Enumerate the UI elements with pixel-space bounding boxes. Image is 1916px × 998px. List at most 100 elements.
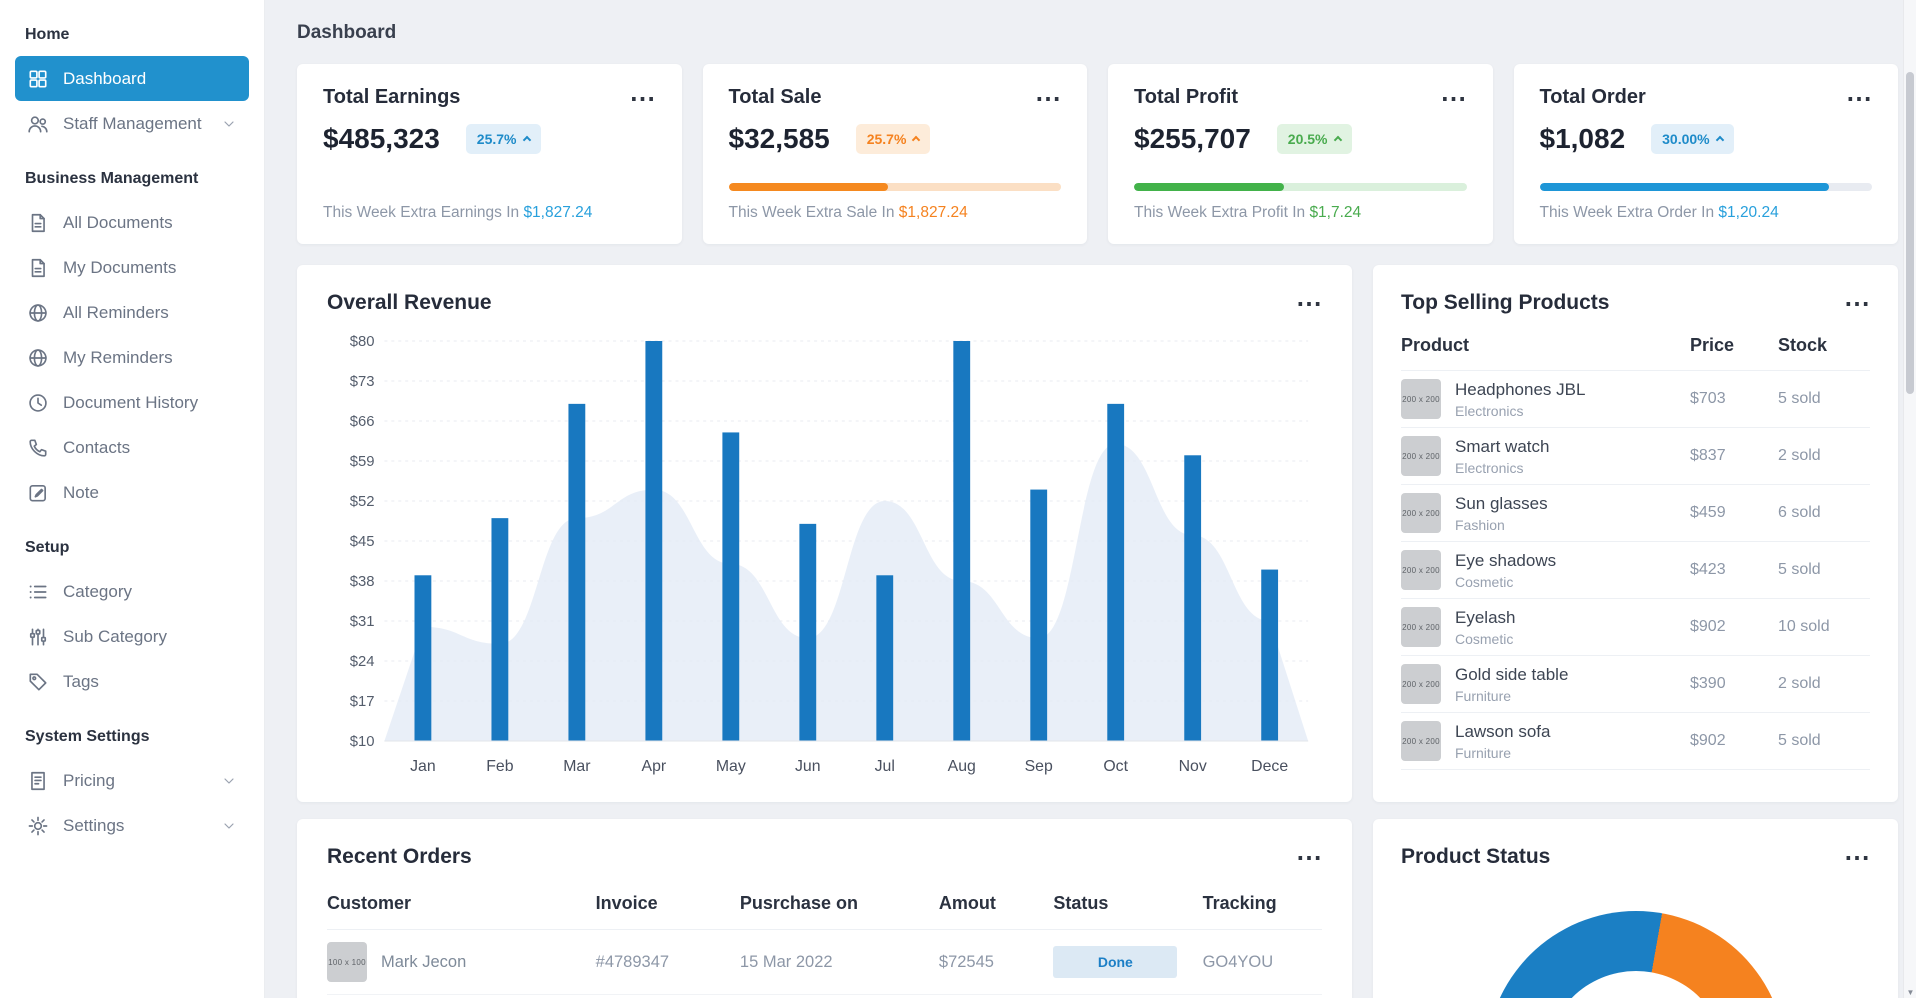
sliders-icon [27, 626, 49, 648]
sidebar-item-label: Tags [63, 671, 99, 691]
bottom-row: Recent Orders ⋯ Customer Invoice Pusrcha… [297, 819, 1898, 998]
svg-text:Dece: Dece [1251, 758, 1288, 775]
svg-text:Mar: Mar [563, 758, 591, 775]
sidebar-item-tags[interactable]: Tags [15, 659, 249, 704]
customer-avatar: 100 x 100 [327, 942, 367, 982]
sidebar-item-dashboard[interactable]: Dashboard [15, 56, 249, 101]
sidebar-item-label: Contacts [63, 437, 131, 457]
svg-text:$24: $24 [350, 653, 375, 670]
svg-text:Jun: Jun [795, 758, 821, 775]
sidebar-item-category[interactable]: Category [15, 569, 249, 614]
sidebar-item-my-reminders[interactable]: My Reminders [15, 335, 249, 380]
file-icon [27, 212, 49, 234]
page-title: Dashboard [297, 22, 397, 43]
column-product: Product [1401, 335, 1470, 355]
sidebar-item-contacts[interactable]: Contacts [15, 425, 249, 470]
sidebar-item-label: Pricing [63, 770, 115, 790]
order-row-mark-jecon: 100 x 100 Mark Jecon #4789347 15 Mar 2022 $7… [327, 930, 1322, 995]
product-status-title: Product Status [1401, 845, 1551, 868]
stat-footer-amount: $1,827.24 [898, 204, 968, 221]
ellipsis-menu-icon[interactable]: ⋯ [1296, 844, 1322, 870]
sidebar-item-label: Dashboard [63, 68, 147, 88]
svg-text:$31: $31 [350, 613, 375, 630]
svg-text:$17: $17 [350, 693, 375, 710]
users-icon [27, 113, 49, 135]
product-stock: 10 sold [1778, 618, 1830, 635]
customer-name: Mark Jecon [381, 952, 467, 971]
sidebar-item-pricing[interactable]: Pricing [15, 758, 249, 803]
history-icon [27, 392, 49, 414]
product-category: Furniture [1455, 744, 1512, 761]
product-name: Lawson sofa [1455, 721, 1551, 741]
stat-card-total-sale: Total Sale ⋯ $32,585 25.7% This Week Extra S… [702, 64, 1087, 244]
svg-text:$66: $66 [350, 413, 375, 430]
ellipsis-menu-icon[interactable]: ⋯ [1441, 85, 1467, 111]
product-name: Eye shadows [1455, 550, 1557, 570]
stat-value: $485,323 [323, 123, 440, 154]
product-stock: 2 sold [1778, 675, 1821, 692]
ellipsis-menu-icon[interactable]: ⋯ [1035, 85, 1061, 111]
sidebar-item-label: All Reminders [63, 302, 169, 322]
stat-footer-amount: $1,20.24 [1718, 204, 1779, 221]
product-stock: 5 sold [1778, 732, 1821, 749]
product-category: Electronics [1455, 459, 1524, 476]
stat-card-total-order: Total Order ⋯ $1,082 30.00% This Week Extra … [1513, 64, 1898, 244]
product-row-eyelash: 200 x 200 Eyelash Cosmetic $902 10 sold [1401, 599, 1870, 656]
sidebar-item-my-documents[interactable]: My Documents [15, 245, 249, 290]
product-row-lawson-sofa: 200 x 200 Lawson sofa Furniture $902 5 sold [1401, 713, 1870, 770]
product-row-gold-side-table: 200 x 200 Gold side table Furniture $390 2 s… [1401, 656, 1870, 713]
chevron-up-icon [912, 135, 921, 145]
recent-orders-title: Recent Orders [327, 845, 472, 868]
product-thumbnail: 200 x 200 [1401, 607, 1441, 647]
order-status-badge: Done [1053, 946, 1178, 978]
stat-title: Total Earnings [323, 86, 461, 108]
svg-text:$38: $38 [350, 573, 375, 590]
pricing-icon [27, 770, 49, 792]
sidebar-item-label: Sub Category [63, 626, 167, 646]
svg-text:Apr: Apr [642, 758, 667, 775]
ellipsis-menu-icon[interactable]: ⋯ [1846, 85, 1872, 111]
product-status-card: Product Status ⋯ [1373, 819, 1898, 998]
globe-icon [27, 302, 49, 324]
sidebar-item-staff-management[interactable]: Staff Management [15, 101, 249, 146]
ellipsis-menu-icon[interactable]: ⋯ [1844, 844, 1870, 870]
revenue-bar-chart: $80 $73 $66 $59 $52 $45 $38 $31 $24 $17 $10 Jan Feb M… [350, 333, 1309, 775]
trend-badge: 30.00% [1651, 124, 1734, 154]
product-name: Headphones JBL [1455, 379, 1586, 399]
file-icon [27, 257, 49, 279]
sidebar-item-document-history[interactable]: Document History [15, 380, 249, 425]
svg-text:Nov: Nov [1179, 758, 1207, 775]
middle-row: Overall Revenue ⋯ $80 $73 $66 $59 $52 $45 $38 $… [297, 265, 1898, 802]
svg-text:Jul: Jul [875, 758, 895, 775]
ellipsis-menu-icon[interactable]: ⋯ [1296, 290, 1322, 316]
column-customer: Customer [327, 893, 412, 913]
trend-badge: 20.5% [1276, 124, 1352, 154]
product-category: Electronics [1455, 402, 1524, 419]
svg-text:May: May [716, 758, 746, 775]
sidebar-item-label: Settings [63, 815, 125, 835]
column-purchase-on: Pusrchase on [739, 893, 858, 913]
sidebar-section-header-system-settings: System Settings [25, 728, 150, 745]
sidebar-item-all-documents[interactable]: All Documents [15, 200, 249, 245]
scrollbar-thumb[interactable] [1906, 72, 1914, 394]
ellipsis-menu-icon[interactable]: ⋯ [630, 85, 656, 111]
chevron-up-icon [1715, 135, 1724, 145]
svg-text:Jan: Jan [410, 758, 436, 775]
sidebar-section-header-home: Home [25, 26, 70, 43]
column-stock: Stock [1778, 335, 1828, 355]
sidebar-item-settings[interactable]: Settings [15, 803, 249, 848]
sidebar-item-note[interactable]: Note [15, 470, 249, 515]
ellipsis-menu-icon[interactable]: ⋯ [1844, 290, 1870, 316]
stat-footer: This Week Extra Profit In $1,7.24 [1134, 204, 1362, 221]
product-price: $423 [1690, 561, 1726, 578]
progress-bar [728, 183, 1061, 191]
sidebar-item-label: Document History [63, 392, 199, 412]
svg-text:$52: $52 [350, 493, 375, 510]
top-selling-title: Top Selling Products [1401, 291, 1610, 314]
scrollbar[interactable]: ▼ [1903, 0, 1916, 998]
sidebar-item-all-reminders[interactable]: All Reminders [15, 290, 249, 335]
scrollbar-down-arrow[interactable]: ▼ [1904, 988, 1916, 997]
product-price: $459 [1690, 504, 1726, 521]
sidebar-section-header-business-management: Business Management [25, 170, 199, 187]
sidebar-item-sub-category[interactable]: Sub Category [15, 614, 249, 659]
